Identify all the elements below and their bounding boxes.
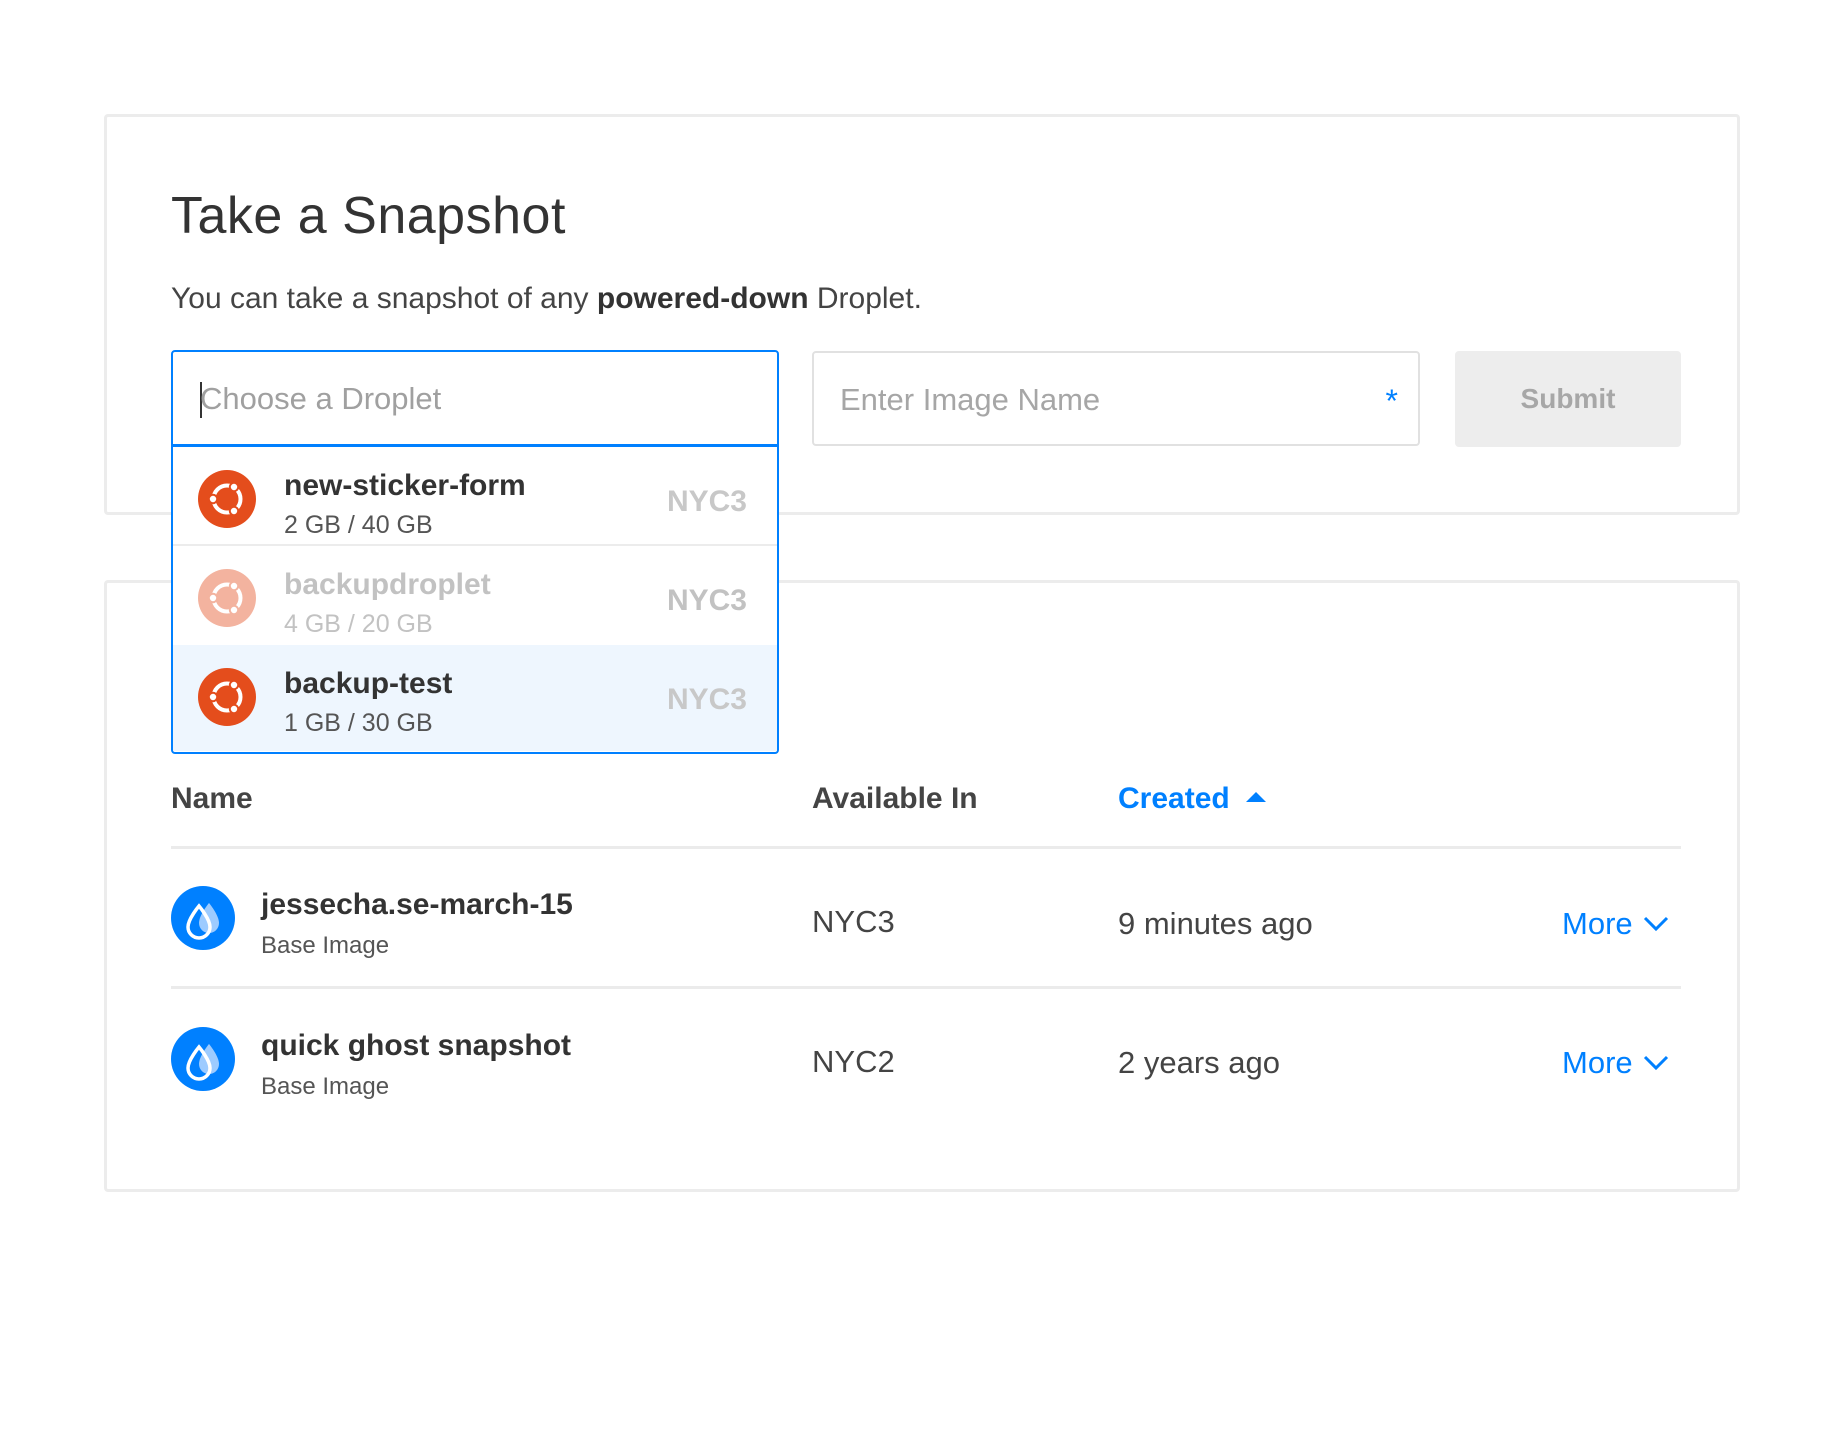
more-label: More <box>1562 1045 1633 1080</box>
droplet-option-name: backupdroplet <box>284 568 491 601</box>
droplet-option-highlighted[interactable]: backup-test 1 GB / 30 GB NYC3 <box>173 645 777 751</box>
snapshot-name[interactable]: quick ghost snapshot <box>261 1029 571 1063</box>
snapshot-region: NYC3 <box>812 904 895 939</box>
snapshot-created: 2 years ago <box>1118 1045 1280 1080</box>
sort-ascending-icon <box>1245 792 1266 802</box>
droplet-option-size: 4 GB / 20 GB <box>284 610 433 638</box>
snapshot-description: You can take a snapshot of any powered-d… <box>171 282 922 316</box>
column-header-name[interactable]: Name <box>171 782 253 816</box>
chevron-down-icon <box>1643 916 1668 932</box>
droplet-option-size: 1 GB / 30 GB <box>284 709 433 737</box>
snapshot-name[interactable]: jessecha.se-march-15 <box>261 888 573 922</box>
snapshot-type: Base Image <box>261 1073 390 1100</box>
description-text-end: Droplet. <box>808 282 922 315</box>
snapshot-drop-icon <box>171 886 235 950</box>
droplet-option-size: 2 GB / 40 GB <box>284 511 433 539</box>
droplet-option-region: NYC3 <box>666 485 747 518</box>
description-text: You can take a snapshot of any <box>171 282 597 315</box>
row-divider <box>171 986 1681 989</box>
column-header-available-in[interactable]: Available In <box>812 782 978 816</box>
droplet-option-name: backup-test <box>284 667 453 700</box>
image-name-input[interactable] <box>838 375 1322 425</box>
chevron-down-icon <box>1643 1055 1668 1071</box>
snapshot-created: 9 minutes ago <box>1118 906 1313 941</box>
column-header-created[interactable]: Created <box>1118 782 1266 816</box>
snapshot-drop-icon <box>171 1027 235 1091</box>
ubuntu-icon <box>198 470 256 528</box>
table-header-divider <box>171 846 1681 849</box>
ubuntu-icon <box>198 668 256 726</box>
page-title: Take a Snapshot <box>171 187 566 245</box>
required-marker: * <box>1385 383 1398 419</box>
droplet-option-region: NYC3 <box>666 584 747 617</box>
more-label: More <box>1562 906 1633 941</box>
image-name-field[interactable]: * <box>812 351 1420 446</box>
more-menu-button[interactable]: More <box>1562 1045 1669 1081</box>
submit-button[interactable]: Submit <box>1455 351 1681 447</box>
droplet-option-region: NYC3 <box>666 683 747 716</box>
snapshot-region: NYC2 <box>812 1044 895 1079</box>
droplet-option[interactable]: new-sticker-form 2 GB / 40 GB NYC3 <box>173 447 777 546</box>
droplet-select[interactable]: Choose a Droplet <box>171 350 779 446</box>
droplet-option-name: new-sticker-form <box>284 469 526 502</box>
column-header-created-label: Created <box>1118 782 1230 815</box>
description-emphasis: powered-down <box>596 282 809 315</box>
snapshot-type: Base Image <box>261 932 390 959</box>
droplet-dropdown: new-sticker-form 2 GB / 40 GB NYC3 backu… <box>171 446 779 754</box>
more-menu-button[interactable]: More <box>1562 906 1669 942</box>
droplet-option-disabled: backupdroplet 4 GB / 20 GB NYC3 <box>173 546 777 645</box>
ubuntu-icon <box>198 569 256 627</box>
droplet-select-placeholder: Choose a Droplet <box>200 381 442 416</box>
